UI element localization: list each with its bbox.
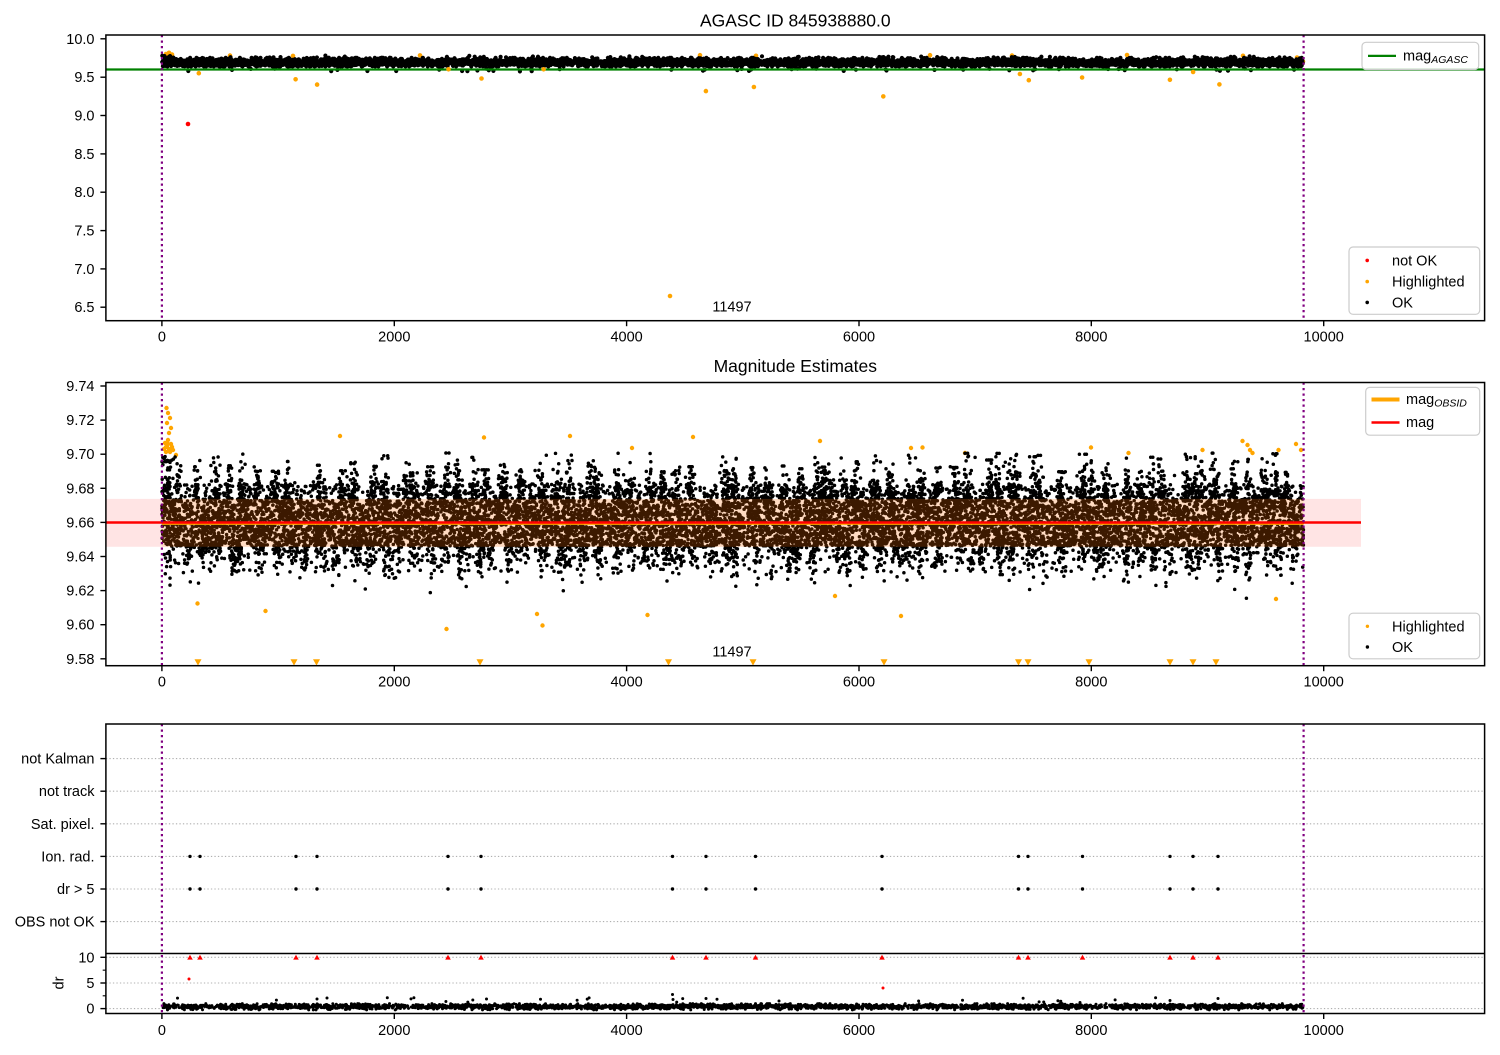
svg-text:2000: 2000 <box>378 1023 410 1039</box>
svg-text:9.64: 9.64 <box>66 550 94 566</box>
svg-text:6.5: 6.5 <box>74 300 94 316</box>
svg-text:8000: 8000 <box>1075 675 1107 691</box>
svg-text:Sat. pixel.: Sat. pixel. <box>31 817 95 833</box>
svg-text:4000: 4000 <box>610 675 642 691</box>
svg-text:0: 0 <box>158 330 166 346</box>
svg-text:Highlighted: Highlighted <box>1392 619 1465 635</box>
svg-text:9.58: 9.58 <box>66 652 94 668</box>
svg-text:10000: 10000 <box>1304 1023 1344 1039</box>
svg-text:0: 0 <box>158 675 166 691</box>
svg-text:OK: OK <box>1392 640 1413 656</box>
svg-text:9.74: 9.74 <box>66 379 94 395</box>
svg-text:8000: 8000 <box>1075 330 1107 346</box>
svg-text:2000: 2000 <box>378 330 410 346</box>
svg-text:11497: 11497 <box>712 300 751 316</box>
svg-text:0: 0 <box>158 1023 166 1039</box>
svg-text:9.62: 9.62 <box>66 584 94 600</box>
svg-text:10000: 10000 <box>1304 675 1344 691</box>
svg-text:Magnitude Estimates: Magnitude Estimates <box>714 356 878 376</box>
svg-text:dr: dr <box>52 976 68 989</box>
svg-text:10000: 10000 <box>1304 330 1344 346</box>
svg-text:2000: 2000 <box>378 675 410 691</box>
svg-text:AGASC ID 845938880.0: AGASC ID 845938880.0 <box>700 11 891 31</box>
svg-text:6000: 6000 <box>843 675 875 691</box>
svg-text:dr > 5: dr > 5 <box>57 882 94 898</box>
svg-text:9.68: 9.68 <box>66 481 94 497</box>
svg-text:7.0: 7.0 <box>74 262 94 278</box>
svg-text:9.0: 9.0 <box>74 109 94 125</box>
svg-text:9.72: 9.72 <box>66 413 94 429</box>
svg-text:0: 0 <box>86 1002 94 1018</box>
svg-text:10: 10 <box>78 950 94 966</box>
svg-text:8.5: 8.5 <box>74 147 94 163</box>
svg-text:10.0: 10.0 <box>66 32 94 48</box>
svg-text:4000: 4000 <box>610 1023 642 1039</box>
svg-text:6000: 6000 <box>843 330 875 346</box>
svg-text:8000: 8000 <box>1075 1023 1107 1039</box>
svg-text:mag: mag <box>1406 415 1434 431</box>
svg-text:5: 5 <box>86 976 94 992</box>
svg-text:Highlighted: Highlighted <box>1392 275 1465 291</box>
svg-text:9.60: 9.60 <box>66 618 94 634</box>
svg-text:7.5: 7.5 <box>74 224 94 240</box>
svg-text:not Kalman: not Kalman <box>21 752 94 768</box>
svg-text:OK: OK <box>1392 295 1413 311</box>
svg-text:8.0: 8.0 <box>74 185 94 201</box>
svg-text:OBS not OK: OBS not OK <box>15 915 95 931</box>
svg-text:Ion. rad.: Ion. rad. <box>41 849 94 865</box>
svg-text:9.5: 9.5 <box>74 70 94 86</box>
svg-text:6000: 6000 <box>843 1023 875 1039</box>
svg-text:9.70: 9.70 <box>66 447 94 463</box>
svg-text:not OK: not OK <box>1392 253 1437 269</box>
svg-text:not track: not track <box>39 784 95 800</box>
svg-text:4000: 4000 <box>610 330 642 346</box>
svg-text:11497: 11497 <box>712 645 751 661</box>
svg-text:9.66: 9.66 <box>66 515 94 531</box>
